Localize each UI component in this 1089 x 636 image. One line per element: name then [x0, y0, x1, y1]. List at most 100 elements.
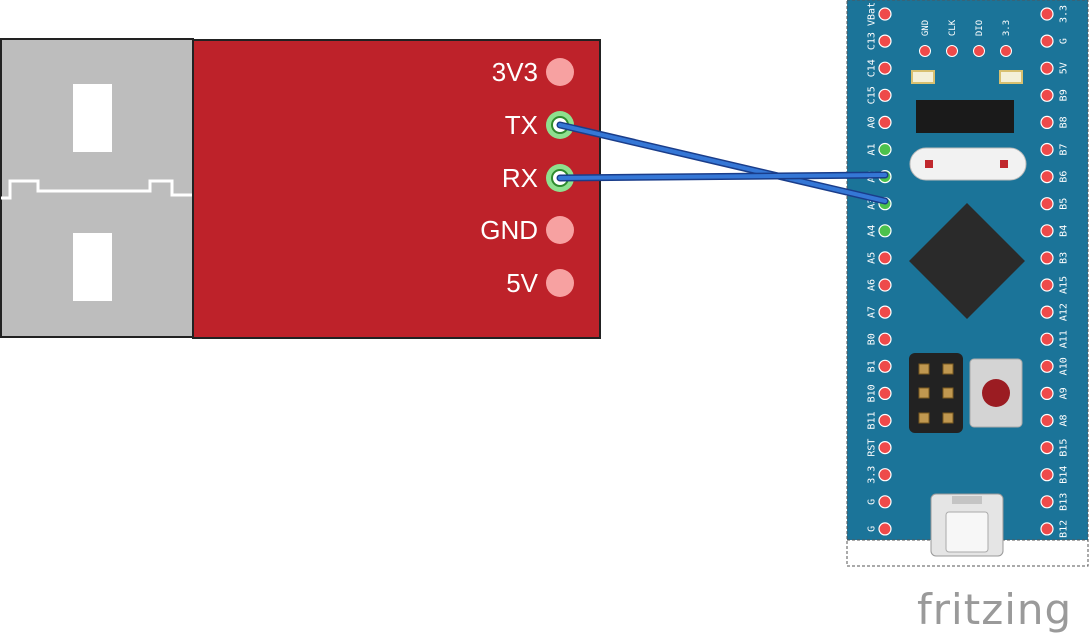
mcu-pin-left-a0[interactable]: [878, 115, 892, 130]
adapter-board: [192, 39, 601, 339]
mcu-pin-left-a1[interactable]: [878, 142, 892, 157]
usb-pin-label-3v3: 3V3: [492, 57, 538, 87]
mcu-pin-right-b12[interactable]: [1040, 522, 1054, 536]
mcu-pin-label-left-a6: A6: [867, 279, 878, 291]
swd-pin-dio[interactable]: [973, 45, 985, 57]
mcu-pin-right-a15[interactable]: [1040, 278, 1054, 292]
mcu-pin-right-b3[interactable]: [1040, 251, 1054, 265]
mcu-pin-left-a6[interactable]: [878, 278, 892, 292]
mcu-pin-left-b0[interactable]: [878, 332, 892, 346]
mcu-pin-label-right-b5: B5: [1059, 198, 1070, 210]
mcu-pin-right-a9[interactable]: [1040, 386, 1054, 400]
mcu-pin-left-a4[interactable]: [878, 224, 892, 238]
swd-pin-clk[interactable]: [946, 45, 958, 57]
jumper-pin-1-0: [918, 387, 930, 399]
mcu-pin-label-left-a4: A4: [867, 225, 878, 237]
mcu-pin-right-b9[interactable]: [1040, 88, 1054, 102]
mcu-pin-label-left-a0: A0: [867, 116, 878, 128]
mcu-pin-right-5v[interactable]: [1040, 61, 1054, 75]
mcu-pin-left-g[interactable]: [878, 522, 892, 536]
mcu-pin-label-right-a15: A15: [1059, 276, 1070, 294]
mcu-pin-label-left-a7: A7: [867, 306, 878, 318]
mcu-board: VBatC13C14C15A0A1A2A3A4A5A6A7B0B1B10B11R…: [846, 0, 1089, 567]
diagram-canvas: 3V3TXRXGND5V VBatC13C14C15A0A1A2A3A4A5A6…: [0, 0, 1089, 634]
mcu-pin-right-b6[interactable]: [1040, 170, 1054, 184]
mcu-pin-right-a11[interactable]: [1040, 332, 1054, 346]
swd-label-dio: DIO: [975, 20, 985, 36]
mcu-pin-label-right-b7: B7: [1059, 143, 1070, 155]
mcu-pin-label-left-c15: C15: [867, 86, 878, 104]
micro-usb-port: [930, 493, 1004, 557]
mcu-pin-right-a8[interactable]: [1040, 413, 1054, 428]
mcu-pin-label-left-rst: RST: [867, 439, 878, 457]
jumper-pin-2-1: [942, 412, 954, 424]
mcu-pin-right-b13[interactable]: [1040, 495, 1054, 509]
mcu-pin-label-left-b0: B0: [867, 333, 878, 345]
reset-button-cap[interactable]: [982, 379, 1010, 407]
mcu-pin-left-rst[interactable]: [878, 441, 892, 455]
mcu-pin-label-right-a8: A8: [1059, 414, 1070, 426]
jumper-pin-1-1: [942, 387, 954, 399]
swd-pin-3-3[interactable]: [1000, 45, 1012, 57]
fritzing-watermark: fritzing: [917, 585, 1072, 634]
mcu-pin-label-right-g: G: [1059, 38, 1070, 44]
led-status: [999, 70, 1023, 84]
jumper-pin-0-1: [942, 363, 954, 375]
mcu-pin-right-3-3[interactable]: [1040, 7, 1054, 21]
swd-pin-gnd[interactable]: [919, 45, 931, 57]
usb-pin-pad-3v3[interactable]: [546, 58, 574, 86]
mcu-pin-label-right-b9: B9: [1059, 89, 1070, 101]
mcu-pin-right-b4[interactable]: [1040, 224, 1054, 238]
mcu-pin-label-left-b10: B10: [867, 384, 878, 402]
jumper-pin-0-0: [918, 363, 930, 375]
mcu-pin-label-left-a5: A5: [867, 252, 878, 264]
mcu-pin-left-g[interactable]: [878, 495, 892, 509]
mcu-pin-right-b15[interactable]: [1040, 441, 1054, 455]
mcu-pin-left-b11[interactable]: [878, 413, 892, 428]
mcu-pin-left-b10[interactable]: [878, 386, 892, 400]
mcu-pin-label-right-a11: A11: [1059, 330, 1070, 348]
mcu-pin-label-right-b8: B8: [1059, 116, 1070, 128]
mcu-pin-label-right-b4: B4: [1059, 225, 1070, 237]
mcu-pin-right-g[interactable]: [1040, 34, 1054, 48]
usb-pin-label-5v: 5V: [506, 268, 538, 298]
mcu-pin-right-a10[interactable]: [1040, 359, 1054, 373]
mcu-pin-left-c15[interactable]: [878, 88, 892, 102]
mcu-pin-label-right-a12: A12: [1059, 303, 1070, 321]
crystal-pad-left: [925, 160, 933, 168]
mcu-pin-label-left-g: G: [867, 526, 878, 532]
wires: [556, 121, 889, 205]
mcu-pin-right-b5[interactable]: [1040, 197, 1054, 211]
mcu-pin-right-b7[interactable]: [1040, 142, 1054, 157]
crystal-pad-right: [1000, 160, 1008, 168]
mcu-pin-left-a5[interactable]: [878, 251, 892, 265]
mcu-pin-label-right-b3: B3: [1059, 252, 1070, 264]
mcu-pin-label-left-a1: A1: [867, 143, 878, 155]
wire-tx-to-a3-highlight: [558, 123, 887, 203]
mcu-pin-label-right-5v: 5V: [1059, 62, 1070, 74]
mcu-pin-left-b1[interactable]: [878, 359, 892, 373]
usb-pin-label-tx: TX: [505, 110, 538, 140]
mcu-pin-right-a12[interactable]: [1040, 305, 1054, 319]
usb-pin-label-rx: RX: [502, 163, 538, 193]
mcu-pin-right-b14[interactable]: [1040, 468, 1054, 482]
jumper-pin-2-0: [918, 412, 930, 424]
mcu-pin-label-right-a9: A9: [1059, 387, 1070, 399]
mcu-pin-left-a7[interactable]: [878, 305, 892, 319]
voltage-regulator: [916, 100, 1014, 133]
mcu-pin-label-right-b13: B13: [1059, 493, 1070, 511]
mcu-pin-right-b8[interactable]: [1040, 115, 1054, 130]
mcu-pin-left-3-3[interactable]: [878, 468, 892, 482]
mcu-pin-left-vbat[interactable]: [878, 7, 892, 21]
mcu-pin-left-c13[interactable]: [878, 34, 892, 48]
usb-pin-pad-gnd[interactable]: [546, 216, 574, 244]
mcu-pin-label-left-b11: B11: [867, 411, 878, 429]
usb-connector-slot-top: [73, 84, 112, 152]
usb-pin-pad-5v[interactable]: [546, 269, 574, 297]
mcu-pin-label-left-3-3: 3.3: [867, 466, 878, 484]
swd-label-3-3: 3.3: [1002, 20, 1012, 36]
swd-label-gnd: GND: [921, 20, 931, 36]
usb-serial-adapter: 3V3 TX RX GND 5V: [0, 38, 601, 339]
mcu-pin-label-left-c13: C13: [867, 32, 878, 50]
mcu-pin-left-c14[interactable]: [878, 61, 892, 75]
